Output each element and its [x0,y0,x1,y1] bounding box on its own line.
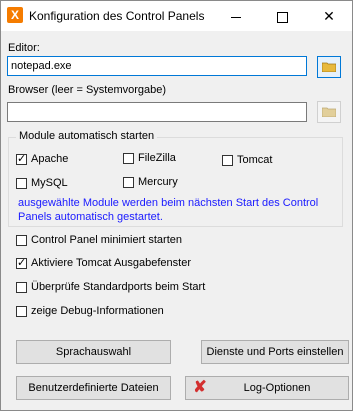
option-tomcat-output-checkbox[interactable]: ✓ Aktiviere Tomcat Ausgabefenster [16,257,191,269]
maximize-icon [276,11,288,23]
browser-input[interactable] [7,102,307,122]
folder-icon [322,62,336,72]
autostart-info-text: ausgewählte Module werden beim nächsten … [18,197,319,223]
group-legend: Module automatisch starten [16,130,158,142]
browser-label: Browser (leer = Systemvorgabe) [8,84,167,96]
maximize-button[interactable] [259,1,305,31]
module-filezilla-checkbox[interactable]: FileZilla [123,152,176,164]
checkmark-icon: ✓ [16,152,27,165]
module-apache-label: Apache [31,153,69,165]
editor-label: Editor: [8,42,40,54]
folder-icon [322,107,336,117]
module-apache-checkbox[interactable]: ✓ Apache [16,153,68,165]
minimize-button[interactable] [213,1,259,31]
autostart-modules-group: Module automatisch starten ✓ Apache File… [8,130,343,227]
module-mercury-checkbox[interactable]: Mercury [123,176,178,188]
language-button[interactable]: Sprachauswahl [16,340,171,364]
editor-browse-button[interactable] [317,56,341,78]
log-options-button[interactable]: ✘ Log-Optionen [185,376,349,400]
red-x-icon: ✘ [193,379,207,396]
module-filezilla-label: FileZilla [138,152,176,164]
services-ports-button[interactable]: Dienste und Ports einstellen [201,340,349,364]
module-tomcat-label: Tomcat [237,154,273,166]
browser-browse-button[interactable] [317,101,341,123]
window-title: Konfiguration des Control Panels [29,9,205,23]
checkmark-icon: ✓ [16,256,27,269]
editor-input[interactable] [7,56,307,76]
module-tomcat-checkbox[interactable]: Tomcat [222,154,272,166]
minimize-icon [231,16,241,18]
option-label: Aktiviere Tomcat Ausgabefenster [31,257,191,269]
log-options-label: Log-Optionen [243,382,311,394]
config-window: X Konfiguration des Control Panels ✕ Edi… [0,0,353,411]
option-label: zeige Debug-Informationen [31,305,164,317]
title-bar: X Konfiguration des Control Panels ✕ [1,1,352,31]
xampp-icon: X [7,7,23,23]
module-mercury-label: Mercury [138,176,178,188]
option-label: Control Panel minimiert starten [31,234,183,246]
user-files-button[interactable]: Benutzerdefinierte Dateien [16,376,171,400]
module-mysql-label: MySQL [31,177,68,189]
close-icon: ✕ [323,8,335,24]
module-mysql-checkbox[interactable]: MySQL [16,177,68,189]
option-check-ports-checkbox[interactable]: Überprüfe Standardports beim Start [16,281,205,293]
option-start-minimized-checkbox[interactable]: Control Panel minimiert starten [16,234,182,246]
option-debug-info-checkbox[interactable]: zeige Debug-Informationen [16,305,164,317]
option-label: Überprüfe Standardports beim Start [31,281,206,293]
close-button[interactable]: ✕ [306,1,352,31]
